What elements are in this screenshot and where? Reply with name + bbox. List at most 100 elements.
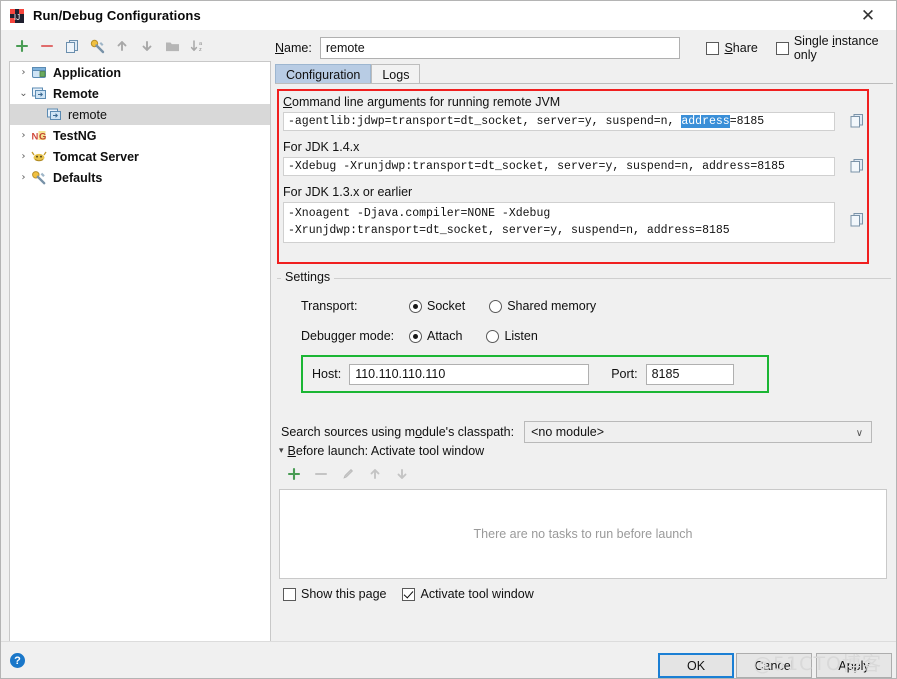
configuration-tabs: Configuration Logs (275, 64, 893, 84)
chevron-down-icon[interactable]: ⌄ (16, 83, 31, 104)
application-icon (31, 65, 48, 81)
agentlib-args-selection: address (681, 115, 730, 128)
edit-templates-button[interactable] (86, 35, 108, 57)
tree-item-remote-group[interactable]: ⌄ Remote (10, 83, 270, 104)
agentlib-args-field[interactable]: -agentlib:jdwp=transport=dt_socket, serv… (283, 112, 835, 131)
move-task-up-button[interactable] (366, 465, 384, 483)
move-up-button[interactable] (111, 35, 133, 57)
remote-icon (46, 107, 63, 123)
jdk14-args-field[interactable]: -Xdebug -Xrunjdwp:transport=dt_socket, s… (283, 157, 835, 176)
apply-button[interactable]: Apply (816, 653, 892, 678)
add-task-button[interactable] (285, 465, 303, 483)
name-input[interactable] (319, 37, 681, 59)
chevron-right-icon[interactable]: › (16, 167, 31, 188)
empty-tasks-message: There are no tasks to run before launch (473, 527, 693, 541)
share-checkbox[interactable]: Share (706, 41, 758, 55)
tomcat-icon (31, 149, 48, 165)
radio-dot (409, 329, 422, 343)
tab-configuration[interactable]: Configuration (275, 64, 372, 84)
svg-text:G: G (39, 131, 46, 142)
copy-configuration-button[interactable] (61, 35, 83, 57)
radio-dot (489, 299, 503, 313)
transport-row: Transport: Socket Shared memory (301, 299, 596, 313)
checkbox-box (706, 41, 720, 55)
tree-item-application[interactable]: › Application (10, 62, 270, 83)
single-instance-checkbox[interactable]: Single instance only (775, 34, 895, 62)
classpath-row: Search sources using module's classpath:… (281, 421, 887, 443)
remote-icon (31, 86, 48, 102)
module-classpath-value: <no module> (531, 425, 605, 439)
jdk13-args-field[interactable]: -Xnoagent -Djava.compiler=NONE -Xdebug -… (283, 202, 835, 243)
activate-tool-window-checkbox[interactable]: Activate tool window (402, 587, 534, 601)
tree-item-tomcat-server[interactable]: › Tomcat Server (10, 146, 270, 167)
chevron-right-icon[interactable]: › (16, 125, 31, 146)
dialog-footer: ? OK Cancel Apply (1, 642, 896, 678)
move-task-down-button[interactable] (393, 465, 411, 483)
tab-logs[interactable]: Logs (371, 64, 421, 84)
copy-icon[interactable] (849, 158, 865, 174)
edit-task-pencil-icon[interactable] (339, 465, 357, 483)
jvm-arguments-highlight-box: Command line arguments for running remot… (277, 89, 869, 264)
configurations-tree[interactable]: › Application ⌄ Remote remote › N G Test… (9, 61, 271, 642)
move-down-button[interactable] (136, 35, 158, 57)
transport-shared-memory-radio[interactable]: Shared memory (489, 299, 596, 313)
module-classpath-combobox[interactable]: <no module> ∨ (524, 421, 873, 444)
name-row: Name: Share Single instance only (275, 34, 895, 62)
jdk13-args-line2: -Xrunjdwp:transport=dt_socket, server=y,… (288, 224, 730, 237)
help-icon[interactable]: ? (10, 653, 25, 668)
add-button[interactable] (11, 35, 33, 57)
before-launch-tasks-list[interactable]: There are no tasks to run before launch (279, 489, 887, 579)
settings-group: Settings Transport: Socket Shared memory… (277, 270, 891, 416)
svg-text:z: z (199, 47, 202, 53)
tree-item-remote[interactable]: remote (10, 104, 270, 125)
tree-item-label: Remote (53, 86, 99, 101)
remove-button[interactable] (36, 35, 58, 57)
before-launch-title: Before launch: Activate tool window (287, 444, 491, 458)
debugger-attach-radio[interactable]: Attach (409, 329, 462, 343)
tree-item-defaults[interactable]: › Defaults (10, 167, 270, 188)
tree-item-testng[interactable]: › N G TestNG (10, 125, 270, 146)
defaults-icon (31, 170, 48, 186)
activate-tool-window-label: Activate tool window (420, 587, 534, 601)
transport-label: Transport: (301, 299, 358, 313)
tab-underline (275, 83, 893, 84)
chevron-down-icon[interactable]: ∨ (856, 422, 863, 444)
before-launch-header[interactable]: ▾ Before launch: Activate tool window (279, 444, 491, 458)
share-label: Share (724, 41, 758, 55)
copy-icon[interactable] (849, 113, 865, 129)
sort-icon[interactable]: a z (186, 35, 208, 57)
before-launch-toolbar (285, 465, 411, 483)
checkbox-box (402, 587, 416, 601)
radio-dot (486, 329, 500, 343)
jdk13-args-line1: -Xnoagent -Djava.compiler=NONE -Xdebug (288, 207, 551, 220)
agentlib-args-suffix: =8185 (729, 115, 765, 128)
configuration-panel: Name: Share Single instance only Configu… (273, 31, 895, 641)
copy-icon[interactable] (849, 212, 865, 228)
chevron-right-icon[interactable]: › (16, 62, 31, 83)
ok-button[interactable]: OK (658, 653, 734, 678)
checkbox-box (283, 587, 296, 601)
transport-socket-radio[interactable]: Socket (409, 299, 465, 313)
port-input[interactable] (645, 363, 734, 385)
tree-item-label: Defaults (53, 170, 103, 185)
name-label: Name: (275, 41, 312, 55)
debugger-attach-label: Attach (427, 329, 463, 343)
single-instance-label: Single instance only (793, 34, 879, 62)
show-this-page-checkbox[interactable]: Show this page (283, 587, 386, 601)
configurations-toolbar: a z (2, 31, 270, 61)
testng-icon: N G (31, 128, 48, 144)
checkbox-box (775, 41, 789, 55)
host-port-highlight-box: Host: Port: (301, 355, 769, 393)
jdk13-label: For JDK 1.3.x or earlier (283, 185, 413, 199)
debugger-listen-radio[interactable]: Listen (486, 329, 538, 343)
host-input[interactable] (349, 363, 590, 385)
remove-task-button[interactable] (312, 465, 330, 483)
new-folder-icon[interactable] (161, 35, 183, 57)
debugger-listen-label: Listen (504, 329, 538, 343)
cancel-button[interactable]: Cancel (736, 653, 812, 678)
close-icon[interactable]: ✕ (848, 1, 888, 30)
triangle-down-icon[interactable]: ▾ (279, 446, 284, 456)
classpath-label: Search sources using module's classpath: (281, 425, 515, 439)
command-line-args-label: Command line arguments for running remot… (283, 95, 561, 109)
chevron-right-icon[interactable]: › (16, 146, 31, 167)
